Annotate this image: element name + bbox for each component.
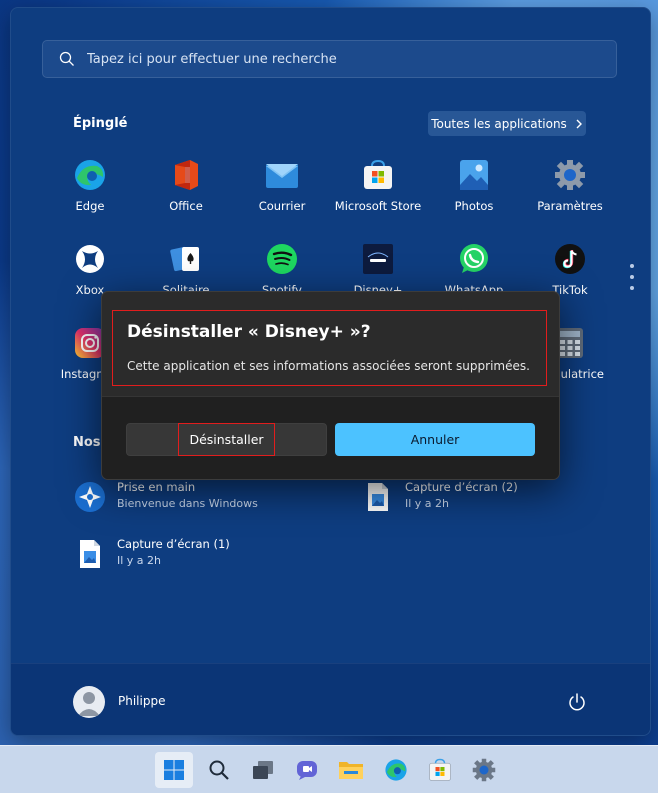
search-icon <box>209 760 229 780</box>
user-name[interactable]: Philippe <box>118 694 165 708</box>
recommended-item-screenshot-1[interactable]: Capture d’écran (1) Il y a 2h <box>73 537 230 571</box>
office-icon <box>169 158 203 192</box>
recommended-item-get-started[interactable]: Prise en main Bienvenue dans Windows <box>73 480 258 514</box>
page-dot <box>630 286 634 290</box>
uninstall-button-label: Désinstaller <box>178 423 275 456</box>
taskbar <box>0 745 658 793</box>
task-view-button[interactable] <box>244 752 282 788</box>
power-icon[interactable] <box>567 692 587 712</box>
taskbar-settings-button[interactable] <box>465 752 503 788</box>
dialog-title: Désinstaller « Disney+ »? <box>127 322 371 342</box>
page-dot <box>630 275 634 279</box>
app-label: Photos <box>454 199 494 213</box>
dialog-header-highlight: Désinstaller « Disney+ »? Cette applicat… <box>112 310 547 386</box>
mail-icon <box>265 158 299 192</box>
start-icon <box>164 760 184 780</box>
disney-icon <box>361 242 395 276</box>
recommended-item-title: Prise en main <box>117 480 196 494</box>
taskbar-edge-button[interactable] <box>377 752 415 788</box>
chat-icon <box>297 761 317 780</box>
chat-button[interactable] <box>288 752 326 788</box>
app-label: Paramètres <box>537 199 603 213</box>
recommended-item-subtitle: Il y a 2h <box>117 554 162 567</box>
settings-icon <box>553 158 587 192</box>
all-apps-label: Toutes les applications <box>431 116 567 131</box>
cancel-button[interactable]: Annuler <box>335 423 535 456</box>
recommended-item-subtitle: Bienvenue dans Windows <box>117 497 258 510</box>
start-button[interactable] <box>155 752 193 788</box>
edge-icon <box>73 158 107 192</box>
solitaire-icon <box>169 242 203 276</box>
app-photos[interactable]: Photos <box>426 158 522 228</box>
user-icon <box>78 692 100 716</box>
image-file-icon <box>361 480 395 514</box>
store-icon <box>361 158 395 192</box>
app-label: Edge <box>75 199 105 213</box>
taskbar-search-button[interactable] <box>200 752 238 788</box>
settings-icon <box>472 758 496 782</box>
page-indicator[interactable] <box>630 264 636 297</box>
spotify-icon <box>265 242 299 276</box>
tiktok-icon <box>553 242 587 276</box>
task-view-icon <box>253 761 273 779</box>
recommended-item-title: Capture d’écran (2) <box>405 480 518 494</box>
uninstall-dialog: Désinstaller « Disney+ »? Cette applicat… <box>101 291 560 480</box>
app-edge[interactable]: Edge <box>42 158 138 228</box>
uninstall-button[interactable]: Désinstaller <box>126 423 327 456</box>
all-apps-button[interactable]: Toutes les applications <box>428 111 586 136</box>
recommended-title: Nos <box>73 435 101 450</box>
store-icon <box>429 758 451 781</box>
avatar[interactable] <box>73 686 105 718</box>
file-explorer-button[interactable] <box>332 752 370 788</box>
app-settings[interactable]: Paramètres <box>522 158 618 228</box>
search-input[interactable] <box>85 50 589 68</box>
search-box[interactable] <box>42 40 617 78</box>
taskbar-store-button[interactable] <box>421 752 459 788</box>
edge-icon <box>385 759 407 781</box>
app-mail[interactable]: Courrier <box>234 158 330 228</box>
chevron-right-icon <box>576 119 582 128</box>
page-dot <box>630 264 634 268</box>
search-icon <box>59 51 74 66</box>
app-microsoft-store[interactable]: Microsoft Store <box>330 158 426 228</box>
app-label: Microsoft Store <box>334 199 422 213</box>
pinned-title: Épinglé <box>73 116 128 131</box>
get-started-icon <box>73 480 107 514</box>
photos-icon <box>457 158 491 192</box>
start-menu-footer: Philippe <box>11 663 650 735</box>
image-file-icon <box>73 537 107 571</box>
dialog-message: Cette application et ses informations as… <box>127 359 530 373</box>
recommended-item-title: Capture d’écran (1) <box>117 537 230 551</box>
app-label: Courrier <box>258 199 306 213</box>
recommended-item-screenshot-2[interactable]: Capture d’écran (2) Il y a 2h <box>361 480 518 514</box>
app-office[interactable]: Office <box>138 158 234 228</box>
whatsapp-icon <box>457 242 491 276</box>
recommended-item-subtitle: Il y a 2h <box>405 497 450 510</box>
file-explorer-icon <box>339 762 363 779</box>
xbox-icon <box>73 242 107 276</box>
app-label: Office <box>169 199 203 213</box>
dialog-footer: Désinstaller Annuler <box>102 396 559 479</box>
